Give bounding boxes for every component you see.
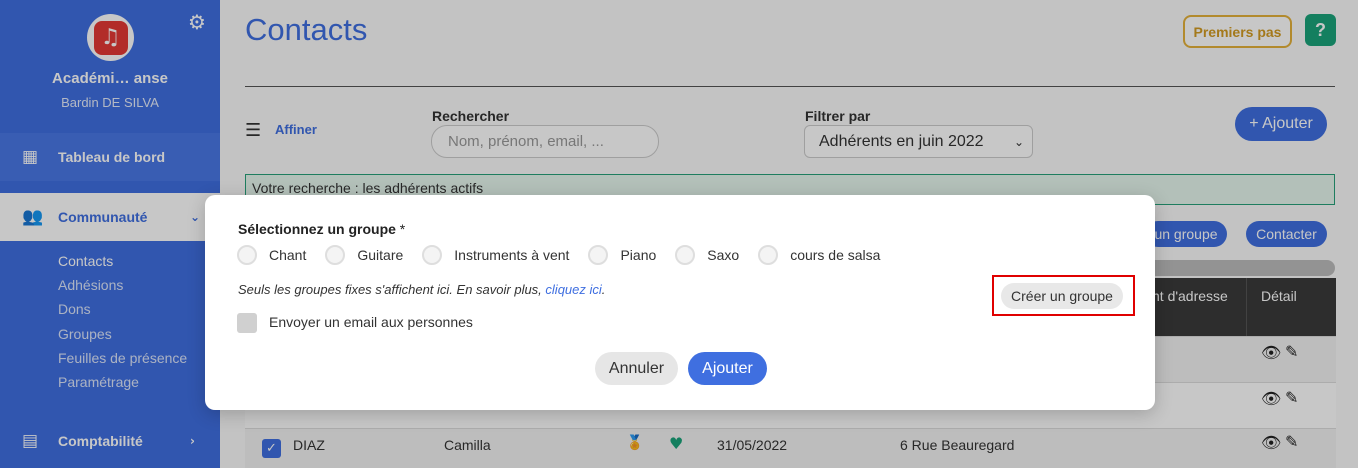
confirm-add-button[interactable]: Ajouter (688, 352, 767, 385)
radio-chant[interactable] (237, 245, 257, 265)
send-email-checkbox[interactable] (237, 313, 257, 333)
radio-saxo[interactable] (675, 245, 696, 265)
radio-label: Piano (620, 247, 657, 263)
radio-label: cours de salsa (790, 247, 881, 263)
note-end: . (601, 282, 606, 297)
group-radio-list: Chant Guitare Instruments à vent Piano S… (237, 245, 899, 265)
modal-title: Sélectionnez un groupe * (238, 221, 405, 237)
radio-label: Instruments à vent (454, 247, 570, 263)
select-group-modal: Sélectionnez un groupe * Chant Guitare I… (205, 195, 1155, 410)
cancel-button[interactable]: Annuler (595, 352, 678, 385)
modal-note: Seuls les groupes fixes s'affichent ici.… (238, 282, 605, 297)
radio-cours-de-salsa[interactable] (758, 245, 779, 265)
note-text: Seuls les groupes fixes s'affichent ici.… (238, 282, 542, 297)
radio-label: Saxo (707, 247, 740, 263)
learn-more-link[interactable]: cliquez ici (545, 282, 601, 297)
modal-title-text: Sélectionnez un groupe (238, 221, 396, 237)
send-email-label: Envoyer un email aux personnes (269, 314, 473, 330)
radio-instruments-a-vent[interactable] (422, 245, 443, 265)
highlight-box (992, 275, 1135, 316)
required-mark: * (399, 221, 406, 237)
radio-label: Chant (269, 247, 307, 263)
radio-guitare[interactable] (325, 245, 346, 265)
radio-label: Guitare (357, 247, 404, 263)
radio-piano[interactable] (588, 245, 609, 265)
